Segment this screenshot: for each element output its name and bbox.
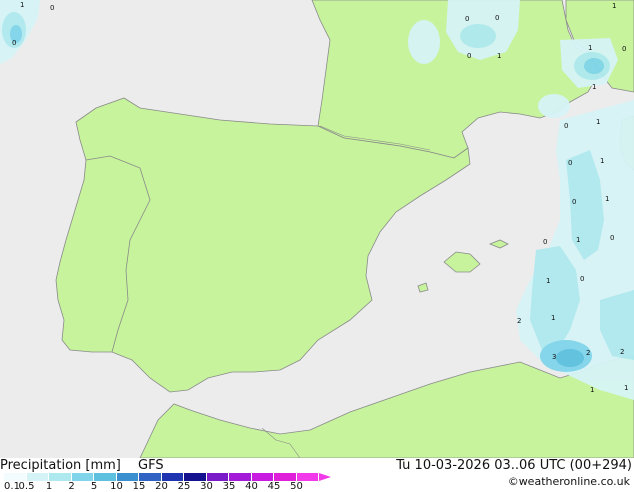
precip-value: 1 — [588, 44, 592, 52]
precip-value: 1 — [590, 386, 594, 394]
precip-value: 0 — [622, 45, 626, 53]
legend-swatch — [49, 473, 72, 481]
precip-value: 2 — [620, 348, 624, 356]
legend-tick-label: 20 — [155, 481, 168, 492]
legend-swatch — [4, 473, 27, 481]
precip-value: 0 — [465, 15, 469, 23]
legend-swatch — [94, 473, 117, 481]
precip-value: 1 — [624, 384, 628, 392]
legend-swatch — [206, 473, 229, 481]
precip-value: 0 — [610, 234, 614, 242]
legend-swatch — [229, 473, 252, 481]
precip-value: 0 — [564, 122, 568, 130]
precip-value: 1 — [600, 157, 604, 165]
legend-tick-label: 30 — [200, 481, 213, 492]
legend-colorbar — [4, 473, 331, 481]
precip-value: 0 — [543, 238, 547, 246]
legend-tick-label: 15 — [132, 481, 146, 492]
legend-tick-label: 10 — [110, 481, 123, 492]
legend-tick-label: 45 — [267, 481, 281, 492]
legend-tick-label: 25 — [177, 481, 191, 492]
legend-swatch — [274, 473, 297, 481]
precip-value: 1 — [20, 1, 24, 9]
legend-swatch — [184, 473, 207, 481]
model-name: GFS — [138, 458, 164, 473]
credit-link[interactable]: ©weatheronline.co.uk — [508, 475, 630, 488]
legend-tick-label: 50 — [290, 481, 303, 492]
precip-value: 0 — [572, 198, 576, 206]
precip-value: 0 — [580, 275, 584, 283]
precip-value: 0 — [50, 4, 54, 12]
precip-value: 1 — [596, 118, 600, 126]
precip-value: 1 — [551, 314, 555, 322]
precip-value: 3 — [552, 353, 556, 361]
legend-tick-label: 2 — [68, 481, 75, 492]
precip-value: 1 — [576, 236, 580, 244]
precip-value: 0 — [467, 52, 471, 60]
precip-value: 0 — [495, 14, 499, 22]
legend-swatch — [296, 473, 319, 481]
map-title: Precipitation [mm] — [0, 458, 121, 473]
precip-value: 1 — [497, 52, 501, 60]
valid-time: Tu 10-03-2026 03..06 UTC (00+294) — [396, 458, 632, 473]
precip-value: 1 — [592, 83, 596, 91]
legend-swatch — [251, 473, 274, 481]
legend-swatch — [116, 473, 139, 481]
precip-value: 1 — [605, 195, 609, 203]
legend-tick-label: 5 — [90, 481, 98, 492]
precip-value: 2 — [517, 317, 521, 325]
map-canvas: 1 0 0 0 0 1 1 0 1 0 1 0 1 1 0 1 0 0 1 0 … — [0, 0, 634, 458]
legend-tick-label: 40 — [245, 481, 258, 492]
precip-value: 2 — [586, 349, 590, 357]
precip-value: 0 — [568, 159, 572, 167]
legend-tick-label: 0.5 — [18, 481, 35, 492]
legend-tick-label: 1 — [45, 481, 53, 492]
precip-value: 1 — [546, 277, 550, 285]
legend-swatch — [139, 473, 162, 481]
legend-arrow — [319, 473, 331, 481]
legend-tick-label: 35 — [222, 481, 236, 492]
precip-value: 0 — [12, 39, 16, 47]
precip-value: 1 — [612, 2, 616, 10]
legend-swatch — [71, 473, 94, 481]
precipitation-map: 1 0 0 0 0 1 1 0 1 0 1 0 1 1 0 1 0 0 1 0 … — [0, 0, 634, 458]
legend-swatch — [161, 473, 184, 481]
legend-swatch — [26, 473, 49, 481]
